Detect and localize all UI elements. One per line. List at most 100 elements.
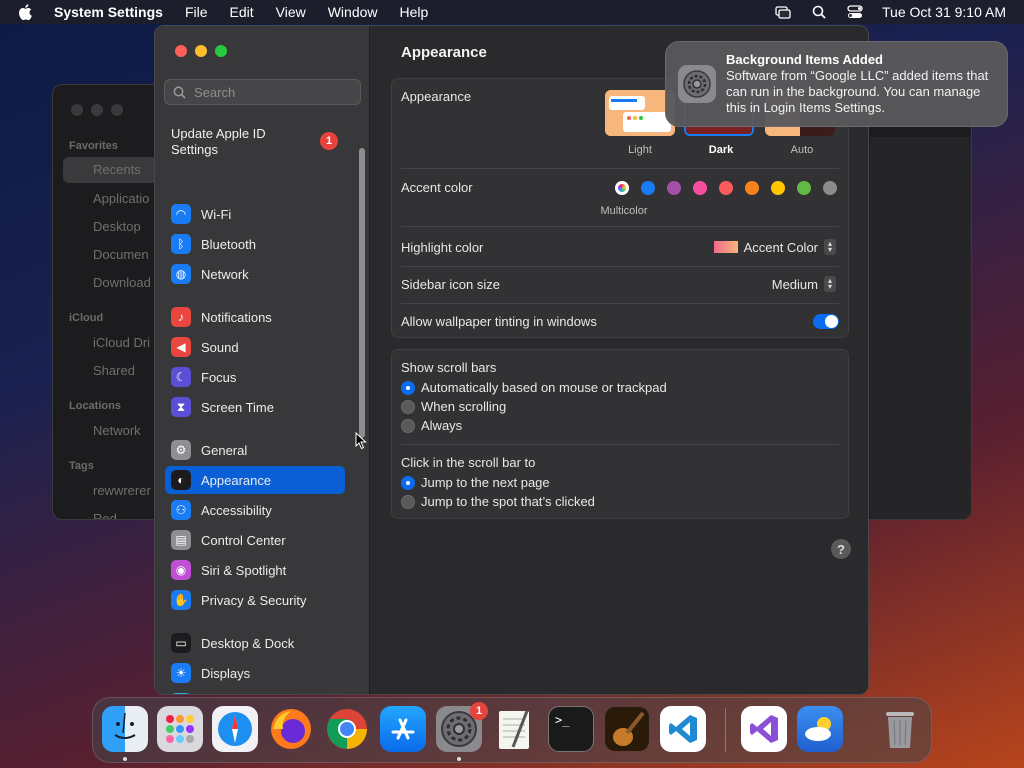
menu-file[interactable]: File [185, 4, 208, 20]
dock-trash-icon[interactable] [877, 706, 923, 752]
accent-swatch-4[interactable] [719, 181, 733, 195]
sidebar-item-label: Desktop & Dock [201, 635, 295, 651]
sidebar-item-network[interactable]: ◍ Network [165, 260, 345, 288]
apple-id-update[interactable]: Update Apple ID Settings [171, 126, 291, 158]
dock-weather-icon[interactable] [797, 706, 843, 752]
bell-icon: ♪ [171, 307, 191, 327]
menu-window[interactable]: Window [328, 4, 378, 20]
spotlight-search-icon[interactable] [810, 4, 828, 20]
notification-title: Background Items Added [726, 52, 883, 67]
help-button[interactable]: ? [831, 539, 851, 559]
notification-banner[interactable]: Background Items Added Software from “Go… [665, 41, 1008, 127]
search-placeholder: Search [194, 84, 236, 100]
menu-app-name[interactable]: System Settings [54, 4, 163, 20]
finder-item-shared[interactable]: Shared [93, 363, 135, 378]
speaker-icon: ◀ [171, 337, 191, 357]
sidebar-item-appearance[interactable]: ◐ Appearance [165, 466, 345, 494]
highlight-color-label: Highlight color [401, 240, 484, 255]
accent-swatch-8[interactable] [823, 181, 837, 195]
dock-launchpad-icon[interactable] [157, 706, 203, 752]
dock-app-store-icon[interactable] [380, 706, 426, 752]
accent-swatch-5[interactable] [745, 181, 759, 195]
show-scroll-bars-label: Show scroll bars [401, 360, 497, 375]
finder-item-network[interactable]: Network [93, 423, 141, 438]
accent-selected-label: Multicolor [600, 205, 648, 217]
sidebar-item-label: Notifications [201, 309, 272, 325]
dock-firefox-icon[interactable] [268, 706, 314, 752]
zoom-button[interactable] [215, 45, 227, 57]
finder-item-applications[interactable]: Applicatio [93, 191, 149, 206]
finder-item-tag[interactable]: rewwrerer [93, 483, 151, 498]
sidebar-icon-size-popup[interactable]: Medium ▴ ▾ [772, 276, 836, 292]
sidebar-item-screen-time[interactable]: ⧗ Screen Time [165, 393, 345, 421]
search-field[interactable]: Search [164, 79, 361, 105]
divider [401, 444, 839, 445]
menu-help[interactable]: Help [400, 4, 429, 20]
menu-edit[interactable]: Edit [230, 4, 254, 20]
dock-finder-icon[interactable] [102, 706, 148, 752]
dock-terminal-icon[interactable]: >_ [548, 706, 594, 752]
accent-swatch-multicolor[interactable] [615, 181, 629, 195]
sidebar-item-privacy-security[interactable]: ✋ Privacy & Security [165, 586, 345, 614]
radio-scroll-always[interactable]: Always [401, 418, 462, 433]
sidebar-item-displays[interactable]: ☀ Displays [165, 659, 345, 687]
sidebar-item-focus[interactable]: ☾ Focus [165, 363, 345, 391]
accent-swatch-7[interactable] [797, 181, 811, 195]
dock-garageband-icon[interactable] [604, 706, 650, 752]
sidebar-item-label: Siri & Spotlight [201, 562, 287, 578]
dock-safari-icon[interactable] [212, 706, 258, 752]
bluetooth-icon: ᛒ [171, 234, 191, 254]
minimize-button[interactable] [195, 45, 207, 57]
divider [401, 226, 839, 227]
divider [401, 168, 839, 169]
dock-vscode-icon[interactable] [660, 706, 706, 752]
sidebar-item-sound[interactable]: ◀ Sound [165, 333, 345, 361]
accent-swatch-3[interactable] [693, 181, 707, 195]
control-center-icon[interactable] [846, 4, 864, 20]
dock-textedit-icon[interactable] [492, 706, 538, 752]
accent-swatch-1[interactable] [641, 181, 655, 195]
finder-item-downloads[interactable]: Download [93, 275, 151, 290]
radio-scroll-automatic[interactable]: Automatically based on mouse or trackpad [401, 380, 667, 395]
finder-section-tags: Tags [69, 460, 94, 472]
dock-visual-studio-icon[interactable] [741, 706, 787, 752]
moon-icon: ☾ [171, 367, 191, 387]
sidebar-item-general[interactable]: ⚙ General [165, 436, 345, 464]
sidebar-item-label: General [201, 442, 248, 458]
radio-scroll-when-scrolling[interactable]: When scrolling [401, 399, 506, 414]
appearance-dark-label: Dark [708, 144, 734, 156]
wallpaper-tinting-toggle[interactable] [813, 314, 839, 329]
sidebar-item-control-center[interactable]: ▤ Control Center [165, 526, 345, 554]
accent-swatch-2[interactable] [667, 181, 681, 195]
accessibility-icon: ⚇ [171, 500, 191, 520]
dock-chrome-icon[interactable] [324, 706, 370, 752]
sidebar-item-wi-fi[interactable]: ◠ Wi-Fi [165, 200, 345, 228]
sidebar-item-label: Wi-Fi [201, 206, 232, 222]
finder-item-icloud-drive[interactable]: iCloud Dri [93, 335, 150, 350]
sidebar-item-siri-spotlight[interactable]: ◉ Siri & Spotlight [165, 556, 345, 584]
finder-item-documents[interactable]: Documen [93, 247, 149, 262]
menubar-clock[interactable]: Tue Oct 31 9:10 AM [882, 4, 1006, 20]
apple-menu-icon[interactable] [18, 3, 36, 21]
menu-view[interactable]: View [276, 4, 306, 20]
mouse-cursor-icon [355, 431, 367, 455]
sidebar-icon-size-value: Medium [771, 276, 818, 292]
chevron-updown-icon: ▴ ▾ [824, 276, 836, 292]
radio-jump-next-page[interactable]: Jump to the next page [401, 475, 550, 490]
sidebar-scrollbar[interactable] [359, 148, 365, 438]
siri-icon: ◉ [171, 560, 191, 580]
sidebar-item-notifications[interactable]: ♪ Notifications [165, 303, 345, 331]
screen-mirroring-icon[interactable] [774, 4, 792, 20]
finder-item-tag-red[interactable]: Red [93, 511, 117, 519]
sidebar-item-desktop-dock[interactable]: ▭ Desktop & Dock [165, 629, 345, 657]
close-button[interactable] [175, 45, 187, 57]
finder-item-desktop[interactable]: Desktop [93, 219, 141, 234]
dock-running-indicator [123, 757, 127, 761]
sidebar-item-bluetooth[interactable]: ᛒ Bluetooth [165, 230, 345, 258]
radio-jump-to-spot[interactable]: Jump to the spot that’s clicked [401, 494, 595, 509]
highlight-color-popup[interactable]: Accent Color ▴ ▾ [713, 239, 836, 255]
accent-swatch-6[interactable] [771, 181, 785, 195]
sidebar-item-wallpaper[interactable]: ✿Wallpaper [165, 689, 345, 694]
sidebar-item-accessibility[interactable]: ⚇ Accessibility [165, 496, 345, 524]
radio-label: Jump to the next page [421, 475, 550, 490]
